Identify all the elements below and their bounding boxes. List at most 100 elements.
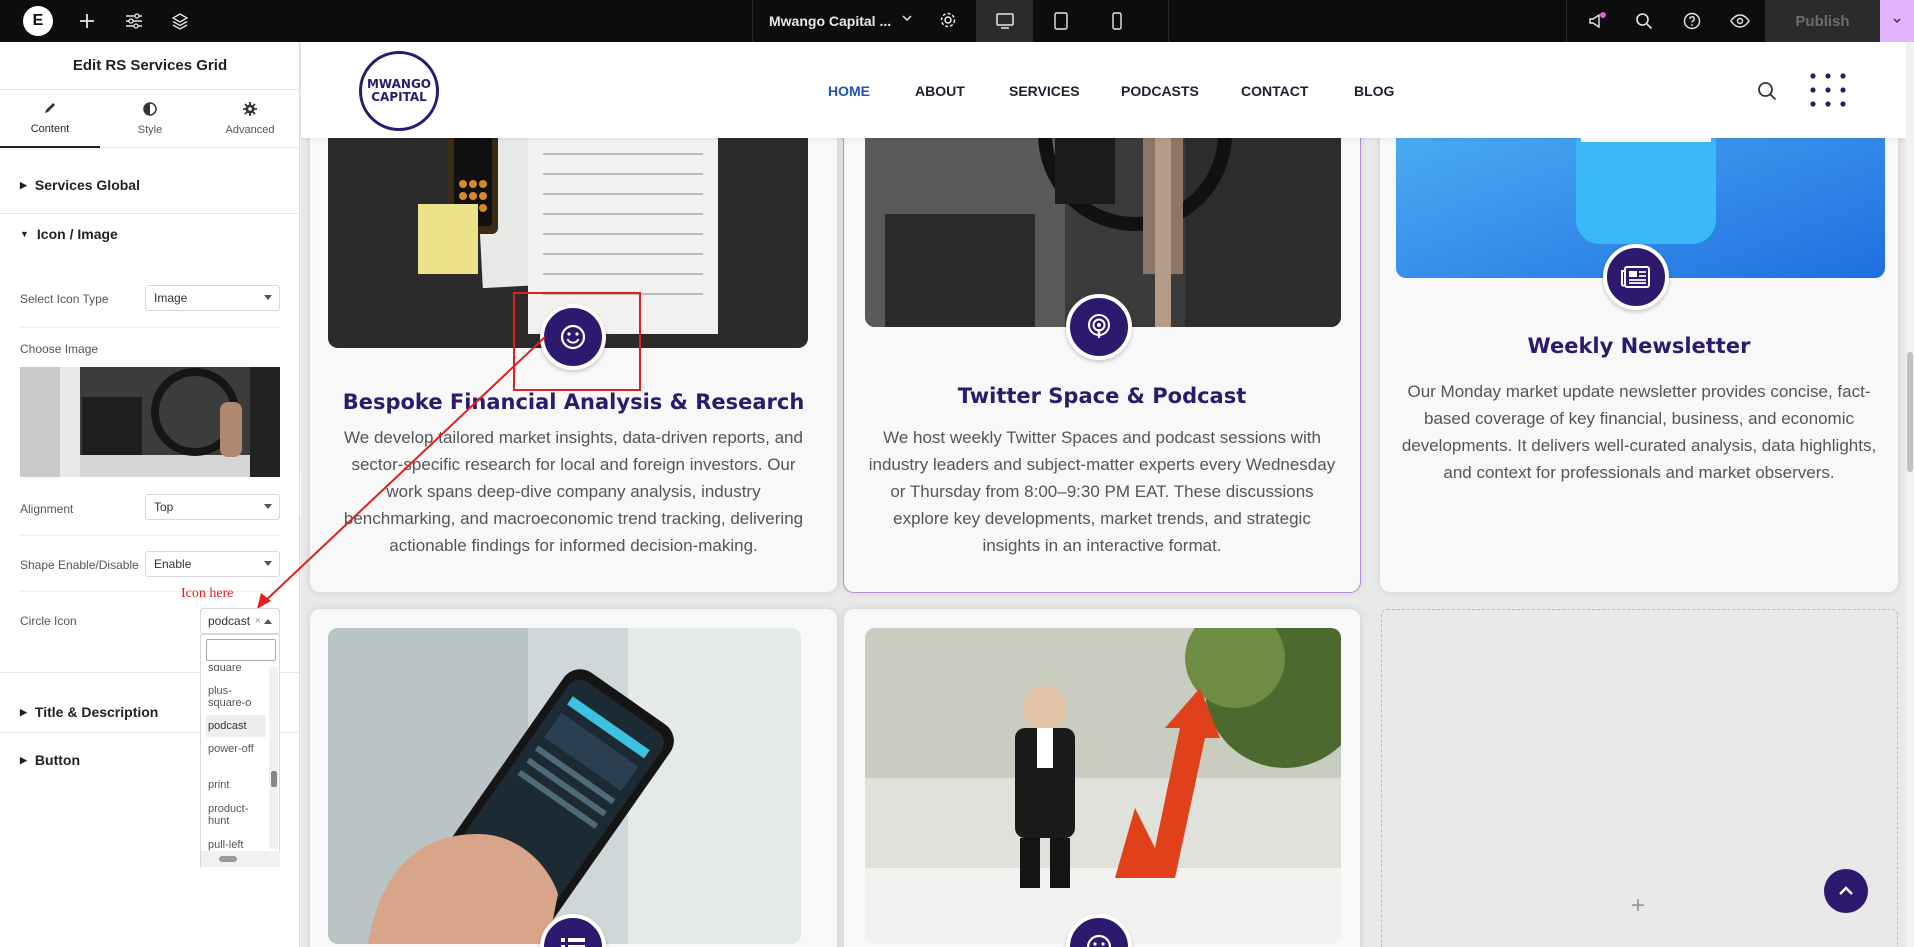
card-title: Twitter Space & Podcast: [957, 384, 1247, 408]
panel-title: Edit RS Services Grid: [0, 42, 300, 90]
editor-top-bar: E Mwango Capital ... Publish: [0, 0, 1914, 42]
dropdown-horizontal-scrollbar-thumb[interactable]: [219, 856, 237, 862]
service-card[interactable]: [844, 609, 1360, 947]
add-element-icon[interactable]: [75, 9, 99, 33]
add-element-plus-icon[interactable]: +: [1631, 892, 1645, 920]
dropdown-option[interactable]: plus-square-o: [206, 685, 266, 709]
alignment-label: Alignment: [20, 502, 74, 516]
desktop-view-icon[interactable]: [977, 0, 1033, 42]
select-value: podcast: [208, 614, 251, 628]
nav-about[interactable]: ABOUT: [915, 83, 965, 99]
section-icon-image[interactable]: ▼ Icon / Image: [0, 214, 300, 254]
nav-contact[interactable]: CONTACT: [1241, 83, 1308, 99]
site-header: MWANGO CAPITAL HOME ABOUT SERVICES PODCA…: [301, 42, 1906, 138]
panel-tabs: Content Style Advanced: [0, 90, 300, 148]
circle-icon-select[interactable]: podcast ×: [200, 608, 280, 634]
card-image: [328, 628, 801, 944]
dropdown-option[interactable]: pull-left: [206, 839, 266, 851]
caret-right-icon: ▶: [20, 706, 27, 717]
preview-eye-icon[interactable]: [1728, 9, 1752, 33]
tablet-view-icon[interactable]: [1033, 0, 1089, 42]
service-card[interactable]: Weekly Newsletter Our Monday market upda…: [1380, 94, 1898, 592]
dropdown-scrollbar-thumb[interactable]: [271, 771, 277, 787]
half-circle-icon: [143, 102, 157, 120]
scrollbar-thumb[interactable]: [1907, 352, 1913, 472]
tab-label: Style: [137, 124, 163, 136]
chevron-down-icon: [901, 12, 913, 27]
dropdown-horizontal-scrollbar[interactable]: [201, 851, 280, 867]
canvas-scrollbar[interactable]: [1906, 42, 1914, 947]
image-preview[interactable]: [20, 367, 280, 477]
circle-icon-dropdown: square plus-square-o podcast power-off p…: [200, 634, 280, 867]
divider: [20, 535, 280, 536]
page-settings-gear-icon[interactable]: [939, 11, 957, 34]
mobile-view-icon[interactable]: [1089, 0, 1145, 42]
choose-image-label: Choose Image: [20, 342, 99, 356]
section-label: Icon / Image: [36, 226, 118, 242]
tab-style[interactable]: Style: [100, 90, 200, 148]
help-icon[interactable]: [1680, 9, 1704, 33]
caret-down-icon: [264, 295, 272, 300]
dropdown-search-input[interactable]: [206, 639, 276, 661]
back-to-top-button[interactable]: [1824, 869, 1868, 913]
search-icon[interactable]: [1757, 81, 1777, 106]
search-icon[interactable]: [1632, 9, 1656, 33]
offcanvas-grid-icon[interactable]: [1809, 72, 1847, 113]
publish-button[interactable]: Publish: [1765, 0, 1880, 42]
card-image: [865, 628, 1341, 944]
site-logo[interactable]: MWANGO CAPITAL: [359, 51, 439, 131]
caret-right-icon: ▶: [20, 179, 27, 190]
elementor-logo-icon[interactable]: E: [23, 6, 53, 36]
caret-right-icon: ▶: [20, 754, 27, 765]
card-description: Our Monday market update newsletter prov…: [1401, 382, 1877, 482]
tab-content[interactable]: Content: [0, 90, 100, 148]
caret-up-icon: [264, 619, 272, 624]
responsive-mode-switcher: [977, 0, 1169, 42]
caret-down-icon: ▼: [20, 229, 29, 239]
service-card[interactable]: [310, 609, 837, 947]
select-value: Top: [154, 500, 174, 514]
select-value: Enable: [154, 557, 192, 571]
layers-icon[interactable]: [168, 9, 192, 33]
select-value: Image: [154, 291, 188, 305]
select-icon-type-label: Select Icon Type: [20, 292, 109, 306]
section-label: Button: [34, 752, 81, 768]
dropdown-option[interactable]: print: [206, 779, 266, 791]
nav-podcasts[interactable]: PODCASTS: [1121, 83, 1199, 99]
site-name-dropdown[interactable]: Mwango Capital ...: [752, 0, 977, 42]
shape-label: Shape Enable/Disable: [20, 558, 139, 572]
dropdown-option[interactable]: product-hunt: [206, 803, 266, 827]
tab-label: Content: [30, 123, 70, 135]
card-description: We host weekly Twitter Spaces and podcas…: [868, 428, 1336, 555]
dropdown-option[interactable]: power-off: [206, 743, 266, 755]
gear-icon: [243, 102, 257, 120]
section-label: Services Global: [34, 177, 140, 193]
divider: [20, 327, 280, 328]
dropdown-option[interactable]: square: [206, 662, 266, 671]
pencil-icon: [43, 101, 57, 119]
dropdown-option[interactable]: podcast: [206, 715, 266, 737]
site-name: Mwango Capital ...: [769, 13, 892, 29]
nav-home[interactable]: HOME: [828, 83, 870, 99]
tab-advanced[interactable]: Advanced: [200, 90, 300, 148]
card-title: Weekly Newsletter: [1527, 334, 1751, 358]
site-settings-sliders-icon[interactable]: [122, 9, 146, 33]
podcast-icon: [1066, 294, 1132, 360]
divider: [1566, 0, 1567, 42]
section-label: Title & Description: [34, 704, 159, 720]
nav-blog[interactable]: BLOG: [1354, 83, 1394, 99]
nav-services[interactable]: SERVICES: [1009, 83, 1080, 99]
logo-text: CAPITAL: [371, 90, 427, 104]
newspaper-icon: [1603, 244, 1669, 310]
annotation-arrow: [257, 336, 546, 609]
dropdown-scrollbar[interactable]: [269, 667, 278, 849]
divider: [20, 591, 280, 592]
publish-options-chevron-icon[interactable]: [1880, 0, 1914, 42]
select-icon-type-select[interactable]: Image: [145, 285, 280, 311]
annotation-label: Icon here: [181, 586, 234, 601]
clear-icon[interactable]: ×: [255, 615, 261, 627]
tab-label: Advanced: [225, 124, 275, 136]
notifications-megaphone-icon[interactable]: [1585, 9, 1609, 33]
service-card[interactable]: Twitter Space & Podcast We host weekly T…: [843, 93, 1361, 593]
section-services-global[interactable]: ▶ Services Global: [0, 164, 300, 206]
